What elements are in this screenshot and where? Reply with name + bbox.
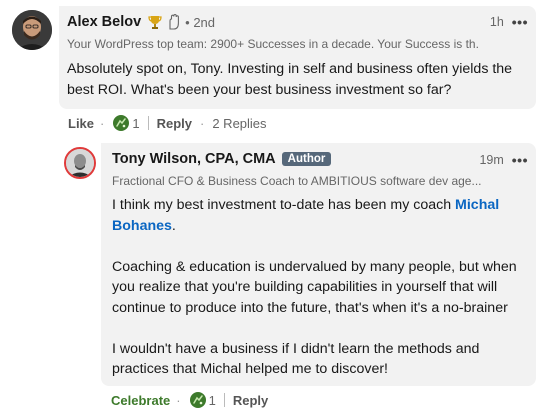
like-button[interactable]: Like [68,116,94,131]
timestamp: 1h [489,15,504,29]
comment-actions: Celebrate · 1 Reply [111,392,268,408]
separator-dot: · [176,392,181,408]
more-options-icon[interactable]: ••• [512,152,528,168]
comment-body: Absolutely spot on, Tony. Investing in s… [67,59,527,100]
reply-button[interactable]: Reply [233,393,268,408]
author-badge: Author [281,152,332,166]
celebrate-icon[interactable] [187,392,209,408]
reaction-count[interactable]: 1 [132,116,139,131]
divider [147,116,149,130]
comment-text: Absolutely spot on, Tony. Investing in s… [67,61,513,98]
separator-dot: · [100,115,105,131]
comment-paragraph: I think my best investment to-date has b… [112,195,530,236]
author-name[interactable]: Tony Wilson, CPA, CMA [112,151,276,167]
comment-meta: 1h ••• [490,14,528,30]
trophy-icon [147,14,163,30]
comment-body: I think my best investment to-date has b… [112,195,530,380]
connection-degree: • 2nd [185,14,216,30]
profile-photo [12,10,52,50]
reaction-count[interactable]: 1 [209,393,216,408]
replies-link[interactable]: 2 Replies [212,116,266,131]
comment-header: Tony Wilson, CPA, CMA Author [112,151,332,167]
author-headline: Your WordPress top team: 2900+ Successes… [67,37,479,51]
raised-hand-icon [167,14,181,30]
celebrate-icon[interactable] [110,115,132,131]
timestamp: 19m [479,153,504,167]
avatar[interactable] [64,147,96,179]
comment-paragraph: Coaching & education is undervalued by m… [112,258,517,316]
reply-button[interactable]: Reply [157,116,192,131]
avatar[interactable] [12,10,52,50]
comment-header: Alex Belov • 2nd [67,14,215,30]
celebrate-button[interactable]: Celebrate [111,393,170,408]
separator-dot: · [200,115,205,131]
comment-text: I think my best investment to-date has b… [112,197,456,213]
comment-actions: Like · 1 Reply · 2 Replies [68,115,267,131]
profile-photo [66,149,94,177]
comment-paragraph: I wouldn't have a business if I didn't l… [112,340,480,378]
more-options-icon[interactable]: ••• [512,14,528,30]
author-name[interactable]: Alex Belov [67,14,141,30]
author-headline: Fractional CFO & Business Coach to AMBIT… [112,174,482,188]
comment-meta: 19m ••• [479,152,528,168]
comment-text: . [171,217,176,234]
divider [223,393,225,407]
comment-bubble: Tony Wilson, CPA, CMA Author 19m ••• Fra… [101,143,536,386]
comment-bubble: Alex Belov • 2nd 1h ••• Your WordPress t… [59,6,536,109]
